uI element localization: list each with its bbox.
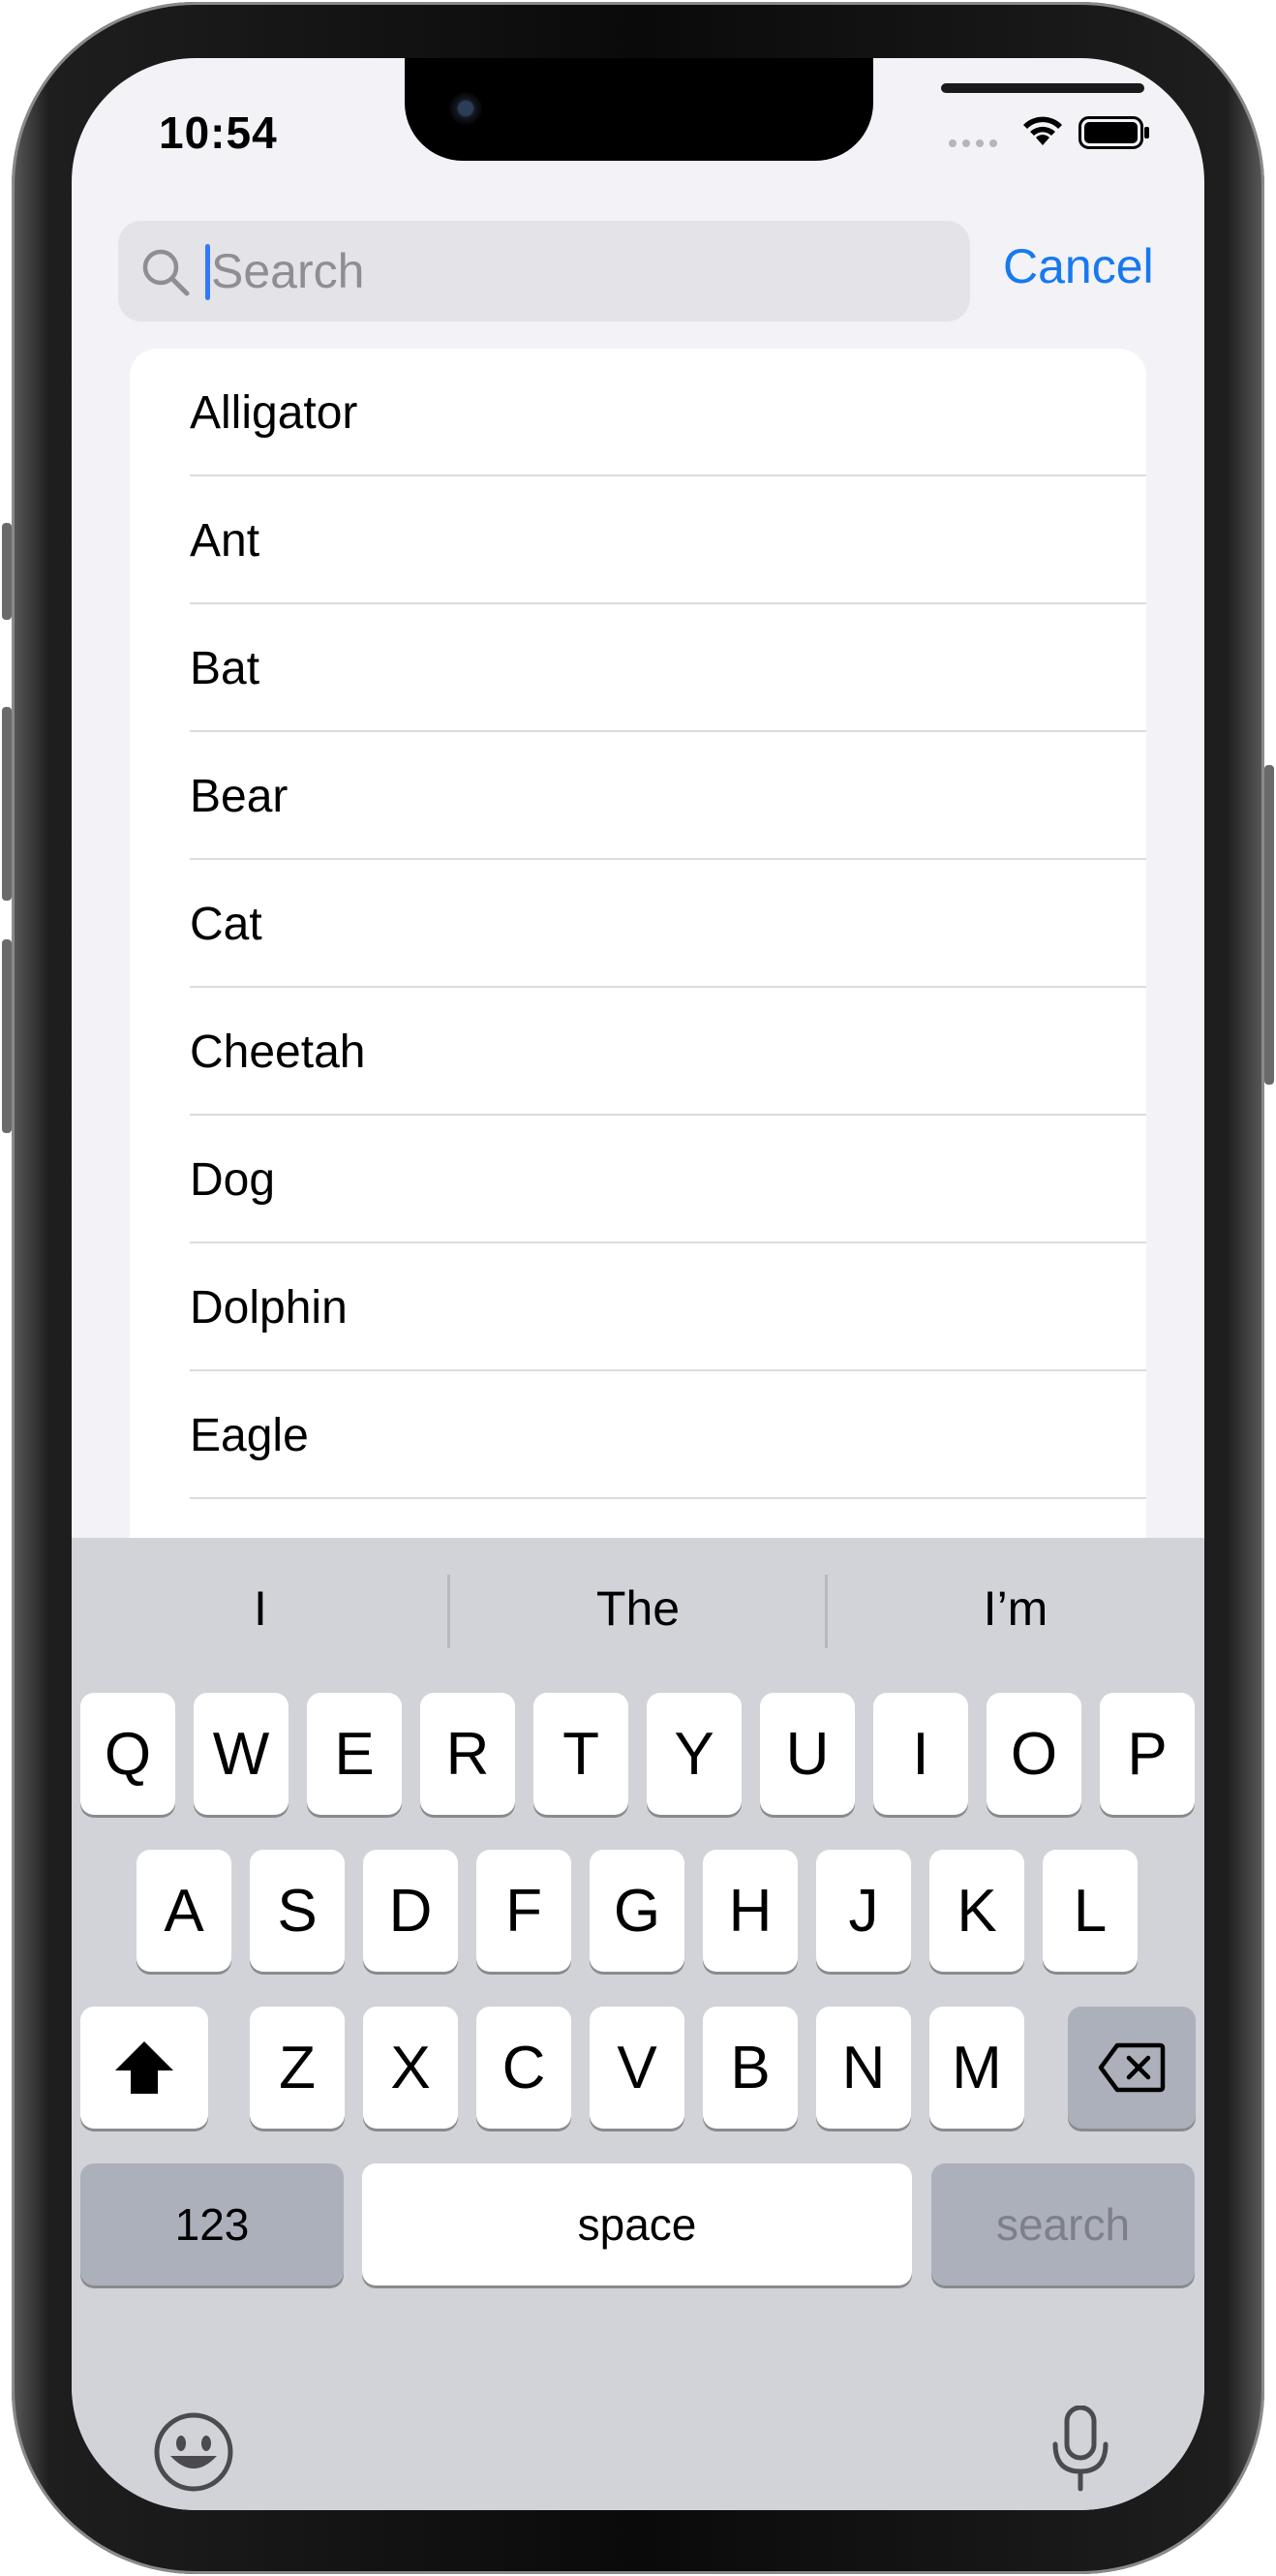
delete-icon <box>1098 2042 1166 2093</box>
key-m[interactable]: M <box>929 2007 1024 2129</box>
text-cursor <box>205 244 210 300</box>
key-r[interactable]: R <box>420 1693 515 1815</box>
key-q[interactable]: Q <box>80 1693 175 1815</box>
key-k[interactable]: K <box>929 1850 1024 1972</box>
earpiece-slot <box>941 83 1144 93</box>
key-g[interactable]: G <box>590 1850 684 1972</box>
phone-screen: 10:54 Cancel Alligator Ant Bat Bear Cat … <box>72 58 1204 2510</box>
search-icon <box>142 249 190 296</box>
key-x[interactable]: X <box>363 2007 458 2129</box>
list-item[interactable]: Alligator <box>130 349 1146 476</box>
shift-key[interactable] <box>80 2007 208 2129</box>
list-item[interactable]: Bat <box>130 604 1146 732</box>
numbers-key[interactable]: 123 <box>80 2163 344 2285</box>
microphone-icon[interactable] <box>1051 2406 1109 2493</box>
search-key[interactable]: search <box>931 2163 1195 2285</box>
list-item[interactable]: Bear <box>130 732 1146 860</box>
list-item[interactable]: Dog <box>130 1116 1146 1243</box>
key-f[interactable]: F <box>476 1850 571 1972</box>
side-button-volume-down <box>2 939 12 1133</box>
key-s[interactable]: S <box>250 1850 345 1972</box>
front-camera <box>449 92 482 125</box>
shift-icon <box>115 2041 173 2094</box>
wifi-icon <box>1023 116 1062 145</box>
list-item[interactable]: Cat <box>130 860 1146 988</box>
key-p[interactable]: P <box>1100 1693 1195 1815</box>
animal-list: Alligator Ant Bat Bear Cat Cheetah Dog D… <box>130 349 1146 1704</box>
suggestion-3[interactable]: I’m <box>827 1580 1204 1637</box>
key-d[interactable]: D <box>363 1850 458 1972</box>
key-e[interactable]: E <box>307 1693 402 1815</box>
key-j[interactable]: J <box>816 1850 911 1972</box>
list-item[interactable]: Eagle <box>130 1371 1146 1499</box>
key-v[interactable]: V <box>590 2007 684 2129</box>
cancel-button[interactable]: Cancel <box>1003 238 1154 294</box>
key-c[interactable]: C <box>476 2007 571 2129</box>
search-field[interactable] <box>118 221 970 322</box>
key-w[interactable]: W <box>194 1693 289 1815</box>
list-item[interactable]: Ant <box>130 476 1146 604</box>
list-item[interactable]: Dolphin <box>130 1243 1146 1371</box>
battery-icon <box>1079 116 1149 149</box>
suggestion-bar: I The I’m <box>72 1538 1204 1693</box>
key-a[interactable]: A <box>137 1850 231 1972</box>
key-i[interactable]: I <box>873 1693 968 1815</box>
delete-key[interactable] <box>1068 2007 1196 2129</box>
key-t[interactable]: T <box>533 1693 628 1815</box>
search-input[interactable] <box>211 221 947 322</box>
keyboard: I The I’m Q W E R T Y U I O P A S D F G … <box>72 1538 1204 2510</box>
suggestion-2[interactable]: The <box>449 1580 827 1637</box>
status-time: 10:54 <box>159 107 278 158</box>
side-button-volume-up <box>2 707 12 901</box>
cellular-signal-icon <box>949 139 997 147</box>
key-b[interactable]: B <box>703 2007 798 2129</box>
key-z[interactable]: Z <box>250 2007 345 2129</box>
suggestion-1[interactable]: I <box>72 1580 449 1637</box>
emoji-icon[interactable] <box>153 2411 234 2493</box>
key-u[interactable]: U <box>760 1693 855 1815</box>
key-h[interactable]: H <box>703 1850 798 1972</box>
key-y[interactable]: Y <box>647 1693 742 1815</box>
list-item[interactable]: Cheetah <box>130 988 1146 1116</box>
space-key[interactable]: space <box>362 2163 912 2285</box>
key-n[interactable]: N <box>816 2007 911 2129</box>
side-button-power <box>1264 765 1274 1085</box>
side-button-silent <box>2 523 12 620</box>
key-l[interactable]: L <box>1043 1850 1138 1972</box>
key-o[interactable]: O <box>987 1693 1081 1815</box>
